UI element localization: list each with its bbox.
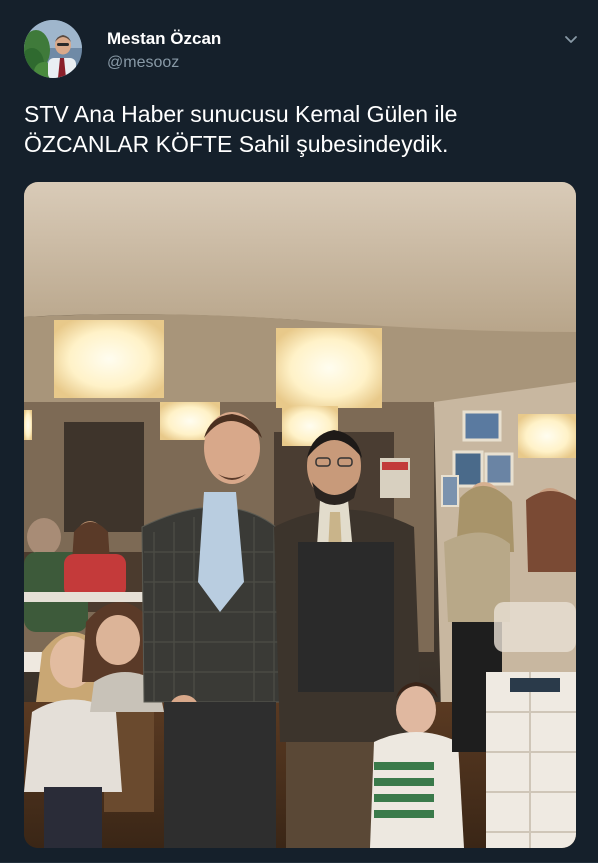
- tweet-text: STV Ana Haber sunucusu Kemal Gülen ile Ö…: [24, 99, 576, 159]
- tweet-text-line-1: STV Ana Haber sunucusu Kemal Gülen ile: [24, 101, 458, 127]
- restaurant-photo: [24, 182, 576, 848]
- tweet-photo[interactable]: [24, 182, 576, 848]
- avatar[interactable]: [24, 20, 82, 78]
- chevron-down-icon: [565, 36, 577, 43]
- author-display-name[interactable]: Mestan Özcan: [107, 29, 221, 49]
- avatar-image: [24, 20, 82, 78]
- author-handle[interactable]: @mesooz: [107, 53, 179, 73]
- tweet-text-line-2: ÖZCANLAR KÖFTE Sahil şubesindeydik.: [24, 131, 449, 157]
- tweet-card: Mestan Özcan @mesooz STV Ana Haber sunuc…: [0, 0, 598, 863]
- tweet-menu-button[interactable]: [560, 28, 582, 50]
